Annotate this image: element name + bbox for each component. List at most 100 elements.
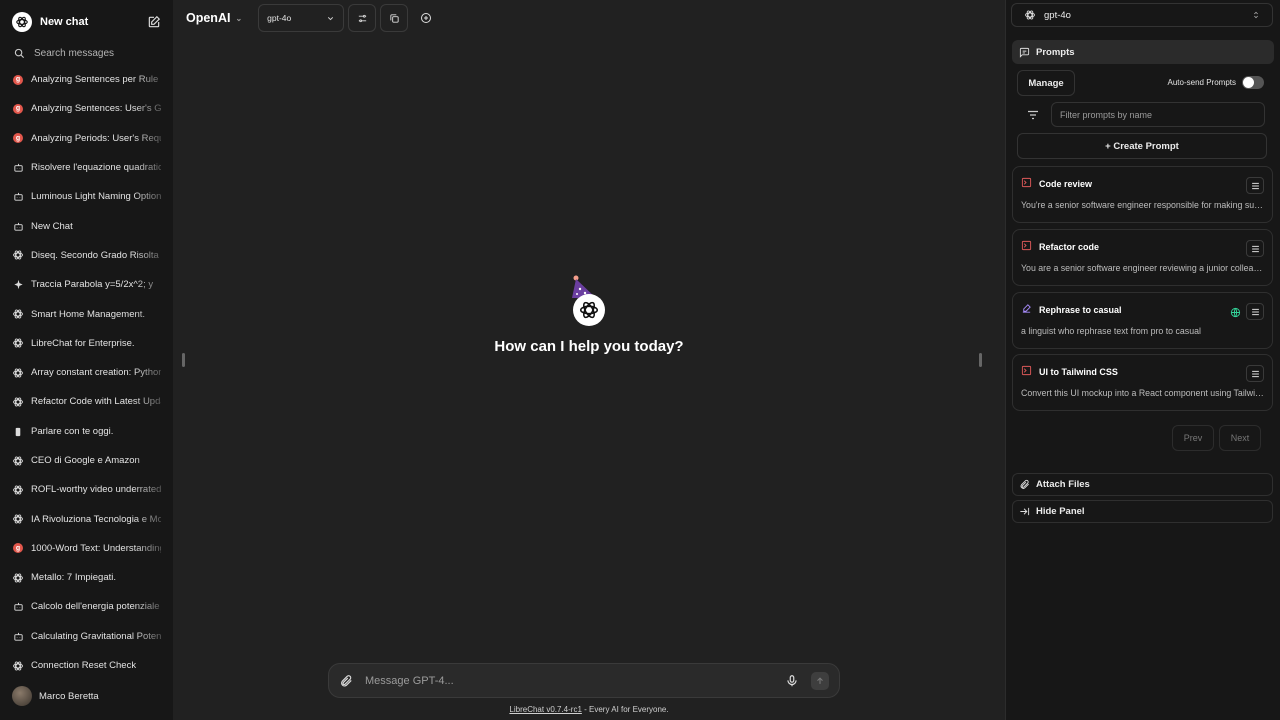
- prompt-card-menu-button[interactable]: [1246, 177, 1264, 194]
- prompt-card-description: You're a senior software engineer respon…: [1021, 200, 1265, 210]
- arrow-right-to-line-icon: [1020, 507, 1030, 516]
- side-panel: gpt-4o Prompts Manage Auto-send Prompts …: [1005, 0, 1280, 720]
- openai-icon: [12, 572, 24, 584]
- openai-logo-icon: [573, 294, 605, 326]
- search-icon: [14, 48, 25, 58]
- copy-icon: [390, 13, 399, 23]
- conversation-label: CEO di Google e Amazon: [31, 455, 140, 466]
- conversation-item[interactable]: Calcolo dell'energia potenziale: [0, 592, 173, 622]
- paperclip-icon[interactable]: [339, 674, 353, 688]
- footer-text: - Every AI for Everyone.: [581, 705, 669, 714]
- conversation-item[interactable]: Risolvere l'equazione quadratica: [0, 152, 173, 183]
- app: New chat Search messages g Analyzing Sent…: [0, 0, 1280, 720]
- conversation-label: Calculating Gravitational Potential: [31, 630, 161, 642]
- openai-icon: [1025, 10, 1035, 20]
- prompt-card-description: a linguist who rephrase text from pro to…: [1021, 326, 1201, 336]
- chevrons-up-down-icon: [1254, 11, 1258, 19]
- footer: LibreChat v0.7.4-rc1 - Every AI for Ever…: [173, 705, 1005, 714]
- panel-model-selector[interactable]: gpt-4o: [1011, 3, 1273, 27]
- openai-logo-icon: [12, 12, 32, 32]
- sliders-icon: [358, 14, 366, 22]
- attach-files-button[interactable]: Attach Files: [1012, 473, 1273, 496]
- conversation-item[interactable]: Diseq. Secondo Grado Risolta: [0, 240, 173, 271]
- prompt-card[interactable]: Rephrase to casual a linguist who rephras…: [1012, 292, 1273, 349]
- robot-icon: [12, 220, 24, 232]
- search-input[interactable]: Search messages: [34, 48, 114, 59]
- create-prompt-button[interactable]: + Create Prompt: [1017, 133, 1267, 159]
- attach-files-label: Attach Files: [1036, 479, 1090, 490]
- conversation-item[interactable]: Traccia Parabola y=5/2x^2; y: [0, 270, 173, 300]
- conversation-label: Metallo: 7 Impiegati.: [31, 572, 117, 584]
- conversation-label: Connection Reset Check: [31, 660, 137, 672]
- conversation-item[interactable]: ROFL-worthy video underrated: [0, 475, 173, 505]
- conversation-item[interactable]: Parlare con te oggi.: [0, 416, 173, 446]
- prompt-card-menu-button[interactable]: [1246, 365, 1264, 382]
- conversation-item[interactable]: g 1000-Word Text: Understanding: [0, 533, 173, 564]
- conversation-item[interactable]: Connection Reset Check: [0, 650, 173, 681]
- manage-button[interactable]: Manage: [1017, 70, 1075, 96]
- search-messages[interactable]: Search messages: [0, 44, 173, 62]
- parameters-button[interactable]: [348, 4, 377, 32]
- new-chat-label[interactable]: New chat: [40, 16, 147, 28]
- endpoint-selector[interactable]: OpenAI ⌄: [186, 11, 242, 25]
- new-chat-row[interactable]: New chat: [0, 0, 173, 44]
- conversation-item[interactable]: Array constant creation: Python: [0, 357, 173, 388]
- conversation-item[interactable]: Smart Home Management.: [0, 299, 173, 329]
- prompt-card[interactable]: Refactor code You are a senior software e…: [1012, 229, 1273, 286]
- gemini-red-icon: g: [12, 542, 24, 554]
- openai-icon: [12, 396, 24, 408]
- prompt-card-menu-button[interactable]: [1246, 303, 1264, 320]
- conversation-item[interactable]: Luminous Light Naming Options: [0, 182, 173, 212]
- conversation-item[interactable]: g Analyzing Periods: User's Request: [0, 123, 173, 153]
- openai-icon: [12, 367, 24, 379]
- left-resize-handle[interactable]: [182, 353, 185, 367]
- conversation-item[interactable]: Refactor Code with Latest Updates: [0, 387, 173, 417]
- hide-panel-button[interactable]: Hide Panel: [1012, 500, 1273, 523]
- version-link[interactable]: LibreChat v0.7.4-rc1: [509, 705, 581, 714]
- conversation-item[interactable]: New Chat: [0, 211, 173, 241]
- message-input[interactable]: Message GPT-4...: [365, 675, 785, 687]
- sparkle-icon: [12, 279, 24, 291]
- conversation-label: Diseq. Secondo Grado Risolta: [31, 249, 159, 261]
- landing: How can I help you today?: [173, 274, 1005, 355]
- paperclip-icon: [1020, 479, 1029, 489]
- openai-icon: [12, 249, 24, 261]
- conversation-item[interactable]: LibreChat for Enterprise.: [0, 328, 173, 358]
- prompt-card[interactable]: UI to Tailwind CSS Convert this UI mockup…: [1012, 354, 1273, 411]
- conversation-item[interactable]: CEO di Google e Amazon: [0, 445, 173, 476]
- gemini-red-icon: g: [12, 74, 24, 86]
- filter-icon[interactable]: [1027, 110, 1039, 120]
- new-chat-edit-icon[interactable]: [147, 15, 161, 29]
- prompt-card-menu-button[interactable]: [1246, 240, 1264, 257]
- conversation-item[interactable]: g Analyzing Sentences per Rule: [0, 65, 173, 95]
- microphone-icon[interactable]: [785, 674, 799, 688]
- conversation-item[interactable]: g Analyzing Sentences: User's Guide: [0, 94, 173, 124]
- conversation-item[interactable]: Calculating Gravitational Potential: [0, 621, 173, 651]
- new-chat-button[interactable]: [412, 4, 440, 32]
- conversation-label: Refactor Code with Latest Updates: [31, 396, 161, 408]
- user-menu[interactable]: Marco Beretta: [12, 686, 99, 706]
- openai-icon: [12, 484, 24, 496]
- filter-prompts-input[interactable]: [1051, 102, 1265, 127]
- send-button[interactable]: [811, 671, 829, 690]
- conversation-item[interactable]: Metallo: 7 Impiegati.: [0, 563, 173, 593]
- openai-icon: [12, 308, 24, 320]
- prev-button[interactable]: Prev: [1172, 425, 1214, 451]
- robot-icon: [12, 162, 24, 174]
- menu-icon: [1251, 370, 1259, 377]
- conversation-label: IA Rivoluziona Tecnologia e Mondo: [31, 513, 161, 525]
- autosend-toggle[interactable]: [1242, 76, 1264, 89]
- right-resize-handle[interactable]: [979, 353, 982, 367]
- prompts-tab[interactable]: Prompts: [1012, 40, 1274, 64]
- model-selector[interactable]: gpt-4o: [258, 4, 345, 32]
- conversation-item[interactable]: IA Rivoluziona Tecnologia e Mondo: [0, 504, 173, 534]
- prompts-title: Prompts: [1036, 46, 1075, 58]
- next-button[interactable]: Next: [1219, 425, 1261, 451]
- pen-icon: [1021, 303, 1032, 316]
- assistant-avatar: [571, 274, 607, 326]
- conversation-label: Analyzing Sentences per Rule: [31, 74, 159, 86]
- conversation-label: Parlare con te oggi.: [31, 425, 114, 437]
- copy-conversation-button[interactable]: [380, 4, 409, 32]
- robot-icon: [12, 191, 24, 203]
- prompt-card[interactable]: Code review You're a senior software engi…: [1012, 166, 1273, 223]
